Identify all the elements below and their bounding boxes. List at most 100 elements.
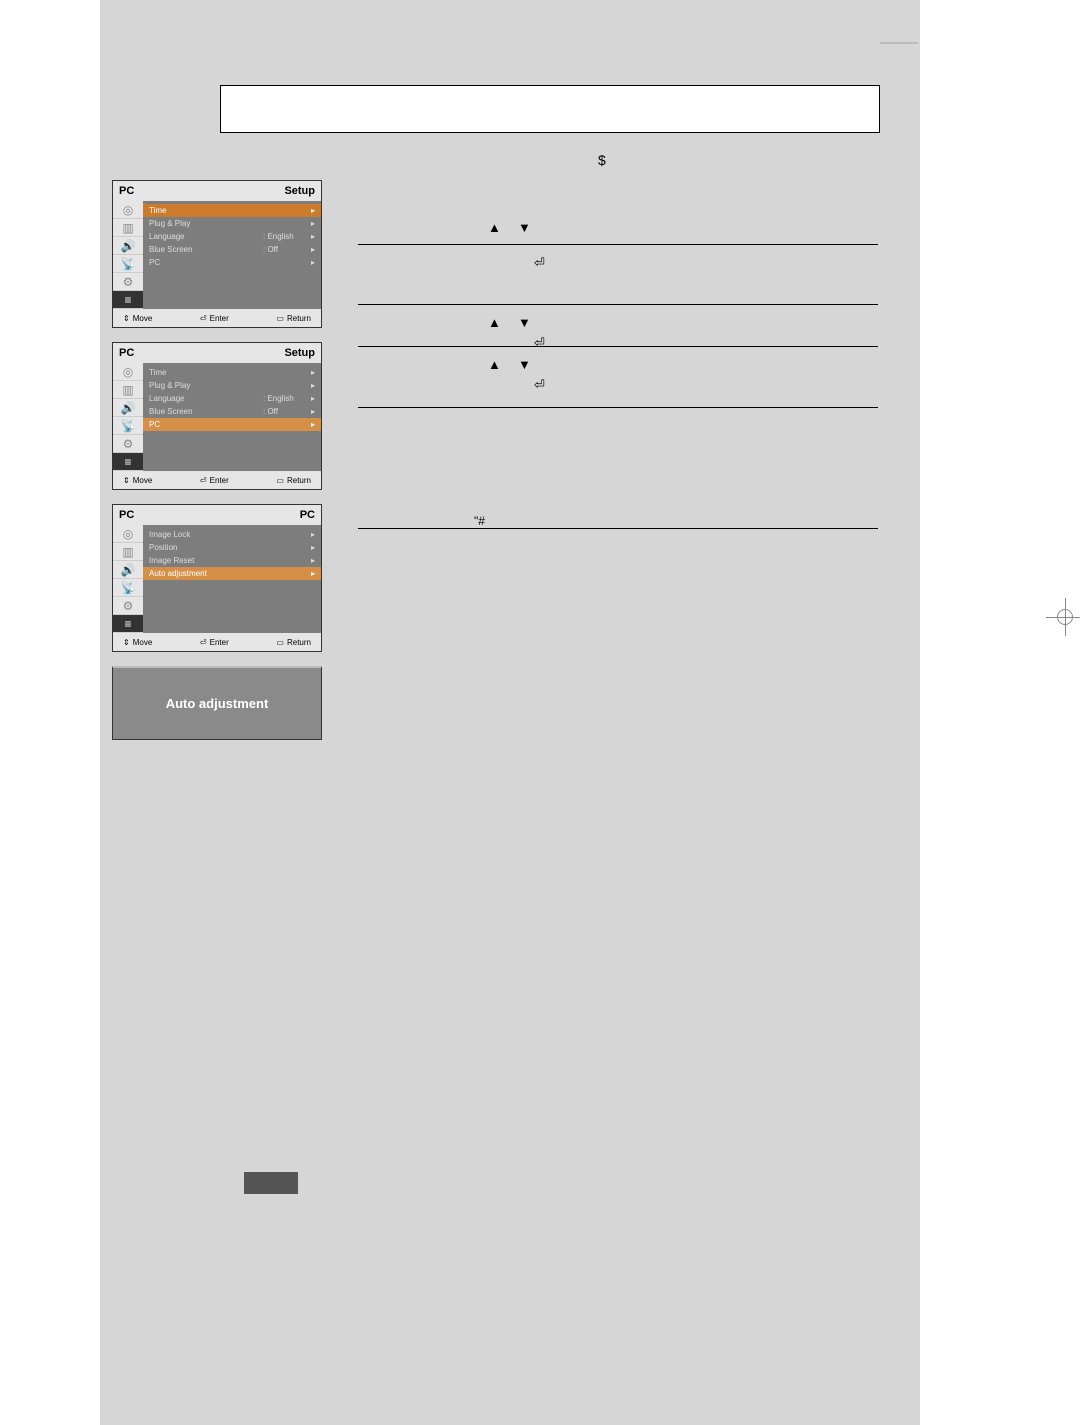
chevron-right-icon: ▸ bbox=[305, 420, 315, 429]
osd-header: PC PC bbox=[113, 505, 321, 525]
osd-item-image-reset[interactable]: Image Reset ▸ bbox=[143, 554, 321, 567]
sound-icon: 🔊 bbox=[113, 237, 143, 255]
pointer-arrow-icon: ➤ bbox=[358, 146, 375, 171]
osd-item-image-lock[interactable]: Image Lock ▸ bbox=[143, 528, 321, 541]
triangle-up-icon: ▲ bbox=[488, 355, 501, 376]
auto-adjustment-label: Auto adjustment bbox=[166, 696, 269, 711]
step-5: 5 Press the ▲ or ▼ button to select Auto… bbox=[358, 408, 878, 488]
setup-icon: ⚙ bbox=[113, 597, 143, 615]
chevron-right-icon: ▸ bbox=[305, 556, 315, 565]
chevron-right-icon: ▸ bbox=[305, 232, 315, 241]
preset-note: ➤ Preset to the PC mode by using the Sou… bbox=[358, 148, 878, 166]
osd-header: PC Setup bbox=[113, 343, 321, 363]
osd-item-pc[interactable]: PC ▸ bbox=[143, 256, 321, 269]
remote-icon: ◎ bbox=[113, 363, 143, 381]
chevron-right-icon: ▸ bbox=[305, 394, 315, 403]
osd-icon-strip: ◎ ▥ 🔊 📡 ⚙ ≡ bbox=[113, 363, 143, 471]
triangle-down-icon: ▼ bbox=[518, 218, 531, 239]
chevron-right-icon: ▸ bbox=[305, 530, 315, 539]
quote-hash-glyph: "# bbox=[474, 512, 485, 531]
osd-item-time[interactable]: Time ▸ bbox=[143, 204, 321, 217]
equalizer-icon: ≡ bbox=[113, 615, 143, 633]
channel-icon: 📡 bbox=[113, 579, 143, 597]
step-number: 5 bbox=[358, 416, 365, 437]
channel-icon: 📡 bbox=[113, 255, 143, 273]
enter-icon: ⏎ bbox=[200, 314, 207, 323]
step-number: 2 bbox=[358, 253, 365, 274]
chevron-right-icon: ▸ bbox=[305, 258, 315, 267]
equalizer-icon: ≡ bbox=[113, 291, 143, 309]
osd-item-plug-play[interactable]: Plug & Play ▸ bbox=[143, 379, 321, 392]
chevron-right-icon: ▸ bbox=[305, 206, 315, 215]
step-3: 3 Press the ENTER ( ) button. ▲ ▼ ⏎ bbox=[358, 305, 878, 347]
picture-icon: ▥ bbox=[113, 381, 143, 399]
osd-footer: ⇕Move ⏎Enter ▭Return bbox=[113, 633, 321, 651]
section-title-box bbox=[220, 85, 880, 133]
osd-menu-list: Image Lock ▸ Position ▸ Image Reset ▸ Au… bbox=[143, 525, 321, 633]
osd-footer: ⇕Move ⏎Enter ▭Return bbox=[113, 471, 321, 489]
chevron-right-icon: ▸ bbox=[305, 543, 315, 552]
note-icon: ! bbox=[352, 478, 363, 532]
step-text: Press the ▲ or ▼ button to select PC. Pr… bbox=[386, 357, 772, 372]
updown-icon: ⇕ bbox=[123, 638, 130, 647]
osd-panel-setup-2: PC Setup ◎ ▥ 🔊 📡 ⚙ ≡ Time ▸ Plug & Play bbox=[112, 342, 322, 490]
triangle-down-icon: ▼ bbox=[518, 355, 531, 376]
source-button-glyph: $ bbox=[598, 152, 606, 168]
step-text: Press the MENU button. bbox=[386, 194, 526, 209]
enter-icon: ⏎ bbox=[200, 638, 207, 647]
picture-icon: ▥ bbox=[113, 543, 143, 561]
crop-mark-icon bbox=[1046, 598, 1080, 636]
osd-menu-list: Time ▸ Plug & Play ▸ Language : English … bbox=[143, 201, 321, 309]
preset-note-text: Preset to the PC mode by using the Sourc… bbox=[388, 148, 677, 162]
chevron-right-icon: ▸ bbox=[305, 219, 315, 228]
osd-item-language[interactable]: Language : English ▸ bbox=[143, 392, 321, 405]
triangle-up-icon: ▲ bbox=[488, 218, 501, 239]
remote-icon: ◎ bbox=[113, 525, 143, 543]
step-result: Result: The screen quality and position … bbox=[386, 439, 878, 481]
osd-item-label: Time bbox=[149, 206, 259, 215]
osd-item-blue-screen[interactable]: Blue Screen : Off ▸ bbox=[143, 405, 321, 418]
osd-icon-strip: ◎ ▥ 🔊 📡 ⚙ ≡ bbox=[113, 201, 143, 309]
step-1: 1 Press the MENU button. Result: The mai… bbox=[358, 184, 878, 245]
return-icon: ▭ bbox=[276, 476, 284, 485]
note-block: ! The input signal ("#") is analysed to … bbox=[358, 488, 878, 529]
chevron-right-icon: ▸ bbox=[305, 407, 315, 416]
step-4: 4 Press the ▲ or ▼ button to select PC. … bbox=[358, 347, 878, 408]
auto-adjustment-dialog: Auto adjustment bbox=[112, 666, 322, 740]
step-result: Result: The main menu is displayed. bbox=[386, 215, 878, 236]
return-icon: ▭ bbox=[276, 638, 284, 647]
osd-column: PC Setup ◎ ▥ 🔊 📡 ⚙ ≡ Time ▸ Plug & Play bbox=[112, 180, 322, 740]
osd-item-blue-screen[interactable]: Blue Screen : Off ▸ bbox=[143, 243, 321, 256]
sound-icon: 🔊 bbox=[113, 399, 143, 417]
osd-item-time[interactable]: Time ▸ bbox=[143, 366, 321, 379]
step-result: Result: The options available in the Set… bbox=[386, 275, 878, 296]
top-rule bbox=[880, 42, 918, 44]
sound-icon: 🔊 bbox=[113, 561, 143, 579]
osd-item-language[interactable]: Language : English ▸ bbox=[143, 230, 321, 243]
step-result: Result: The options available in the PC … bbox=[386, 378, 878, 399]
enter-glyph-icon: ⏎ bbox=[534, 375, 545, 396]
page-number-box bbox=[244, 1172, 298, 1194]
triangle-down-icon: ▼ bbox=[518, 313, 531, 334]
osd-header-right: Setup bbox=[284, 185, 315, 197]
osd-panel-setup-1: PC Setup ◎ ▥ 🔊 📡 ⚙ ≡ Time ▸ Plug & Play bbox=[112, 180, 322, 328]
chevron-right-icon: ▸ bbox=[305, 569, 315, 578]
setup-icon: ⚙ bbox=[113, 435, 143, 453]
osd-item-auto-adjustment[interactable]: Auto adjustment ▸ bbox=[143, 567, 321, 580]
step-number: 4 bbox=[358, 355, 365, 376]
steps-column: ➤ Preset to the PC mode by using the Sou… bbox=[358, 148, 878, 529]
enter-icon: ⏎ bbox=[200, 476, 207, 485]
enter-glyph-icon: ⏎ bbox=[534, 253, 545, 274]
picture-icon: ▥ bbox=[113, 219, 143, 237]
setup-icon: ⚙ bbox=[113, 273, 143, 291]
osd-item-position[interactable]: Position ▸ bbox=[143, 541, 321, 554]
osd-menu-list: Time ▸ Plug & Play ▸ Language : English … bbox=[143, 363, 321, 471]
return-icon: ▭ bbox=[276, 314, 284, 323]
step-number: 1 bbox=[358, 192, 365, 213]
osd-header-left: PC bbox=[119, 185, 134, 197]
triangle-up-icon: ▲ bbox=[488, 313, 501, 334]
chevron-right-icon: ▸ bbox=[305, 381, 315, 390]
osd-item-plug-play[interactable]: Plug & Play ▸ bbox=[143, 217, 321, 230]
osd-item-pc[interactable]: PC ▸ bbox=[143, 418, 321, 431]
osd-icon-strip: ◎ ▥ 🔊 📡 ⚙ ≡ bbox=[113, 525, 143, 633]
